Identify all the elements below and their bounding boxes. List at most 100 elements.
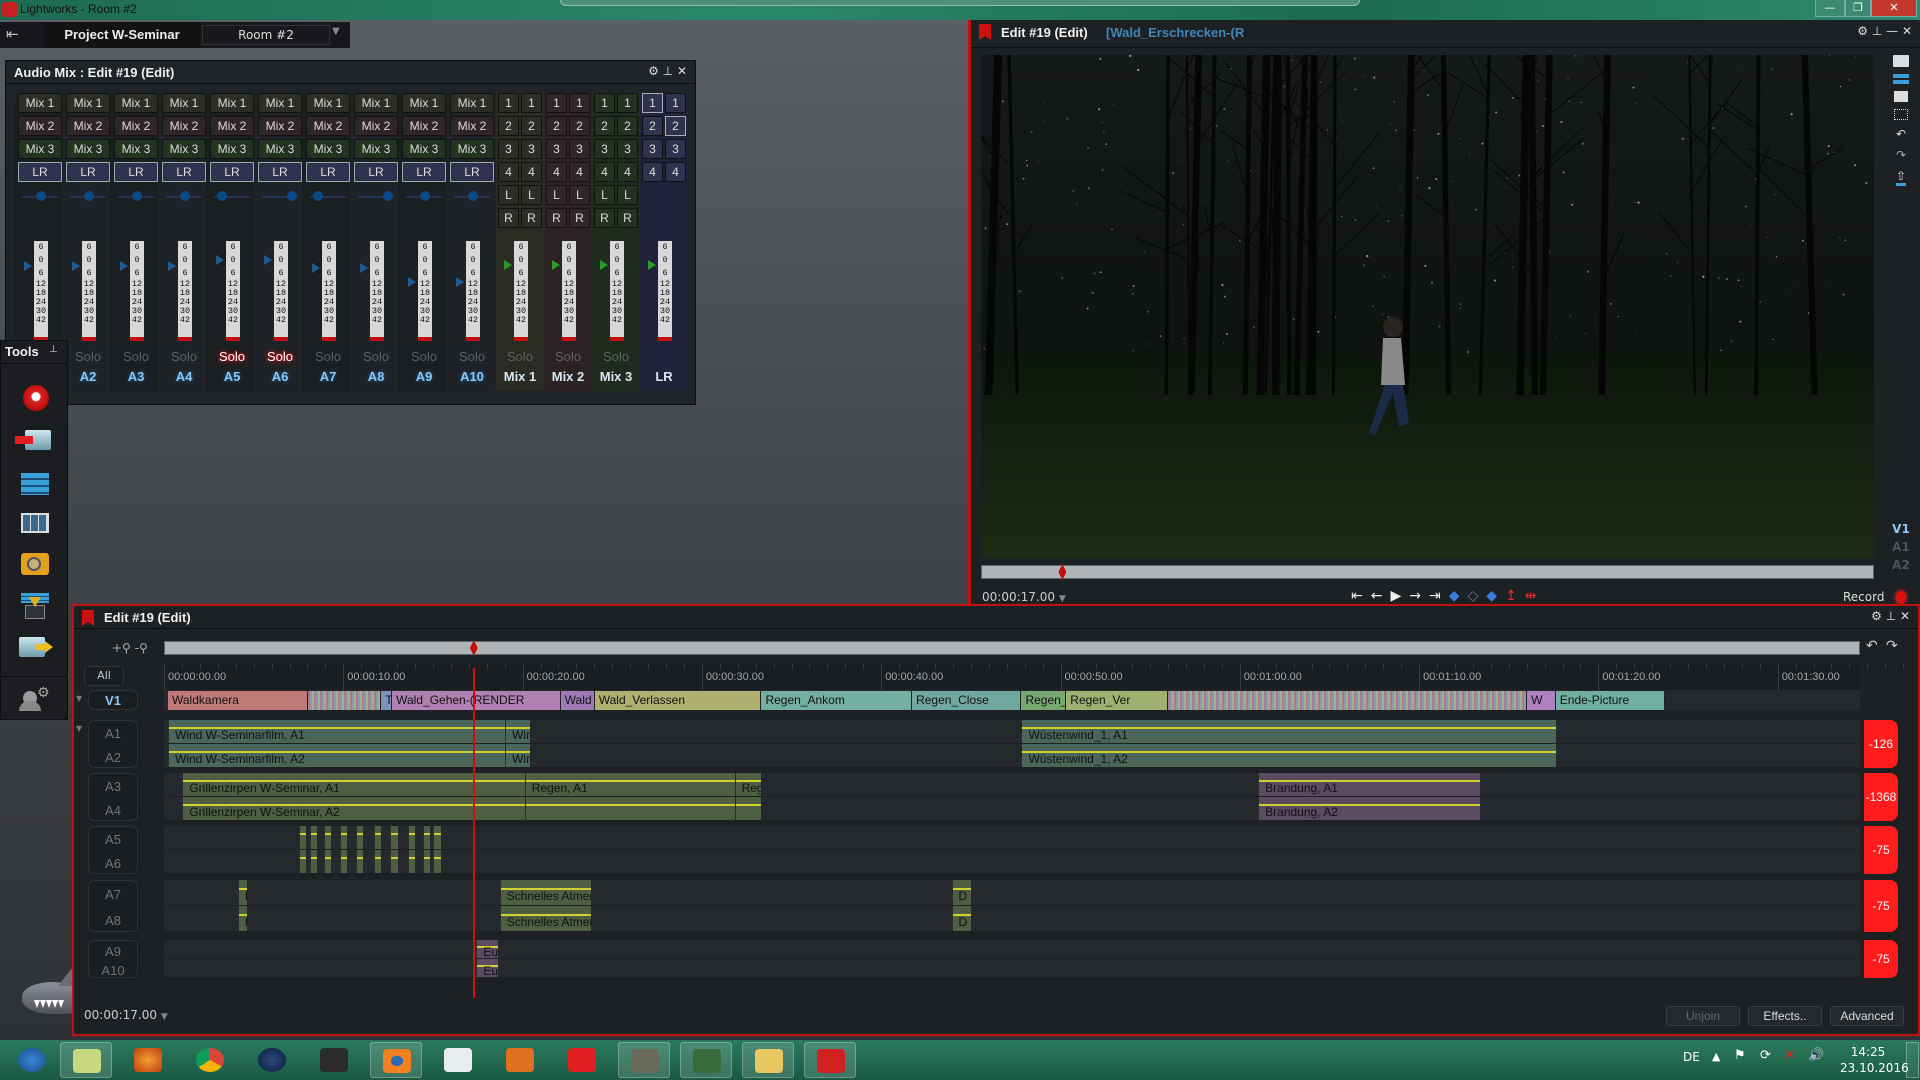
route-mix-1-a6[interactable]: Mix 1 [258,93,302,113]
viewer-timecode[interactable]: 00:00:17.00 ▼ [982,590,1066,604]
route-mix-2-a4[interactable]: Mix 2 [162,116,206,136]
minimize-icon[interactable]: — [1886,24,1898,38]
bus-output-r[interactable]: R [594,208,615,228]
bus-assign-lr-3[interactable]: 3 [665,139,686,159]
undo-icon[interactable]: ↶ [1896,127,1906,141]
bus-assign-mix-3-1[interactable]: 1 [617,93,638,113]
bus-assign-lr-3[interactable]: 3 [642,139,663,159]
pan-slider-a5[interactable] [214,191,250,201]
audio-clip[interactable] [408,826,416,849]
zoom-bar-playhead[interactable] [469,640,478,656]
pan-slider-a6[interactable] [262,191,298,201]
route-mix-2-a7[interactable]: Mix 2 [306,116,350,136]
sync-tool-icon[interactable] [15,469,55,501]
audio-clip[interactable] [433,826,441,849]
route-mix-2-a9[interactable]: Mix 2 [402,116,446,136]
language-indicator[interactable]: DE [1683,1050,1700,1064]
pan-knob[interactable] [36,191,46,201]
route-lr-a3[interactable]: LR [114,162,158,182]
volume-line[interactable] [434,857,441,860]
bus-assign-mix-2-1[interactable]: 1 [569,93,590,113]
clear-marks-icon[interactable]: ◇ [1468,588,1479,604]
volume-line[interactable] [341,857,348,860]
fader-handle-a10[interactable] [456,277,464,287]
taskbar-steam[interactable] [246,1042,298,1078]
step-forward-icon[interactable]: → [1409,588,1421,604]
volume-line[interactable] [325,857,332,860]
collapse-arrow-icon[interactable]: ▼ [76,694,82,703]
bus-assign-mix-3-1[interactable]: 1 [594,93,615,113]
audio-clip[interactable]: Wind W-Seminarfilm, A1 [168,720,506,743]
bus-assign-mix-3-2[interactable]: 2 [594,116,615,136]
pan-slider-a10[interactable] [454,191,490,201]
mark-out-icon[interactable]: ◆ [1486,588,1497,604]
bus-assign-mix-1-4[interactable]: 4 [521,162,542,182]
fullscreen-icon[interactable] [1894,91,1908,102]
volume-line[interactable] [299,857,307,860]
lift-icon[interactable]: ↥ [1505,588,1517,604]
track-volume-a5-a6[interactable]: -75 [1864,826,1898,874]
go-to-start-icon[interactable]: ⇤ [1351,588,1363,604]
route-mix-2-a6[interactable]: Mix 2 [258,116,302,136]
pan-slider-a9[interactable] [406,191,442,201]
volume-line[interactable] [310,833,317,836]
taskbar-file-explorer-libraries[interactable] [60,1042,112,1078]
fader-handle-a2[interactable] [72,261,80,271]
solo-button-a6[interactable]: Solo [260,349,300,364]
pan-knob[interactable] [132,191,142,201]
audio-clip[interactable] [298,850,307,873]
audio-clip[interactable]: Eu [476,959,498,977]
import-tool-icon[interactable] [15,426,55,458]
volume-line[interactable] [357,857,364,860]
route-mix-1-a1[interactable]: Mix 1 [18,93,62,113]
restore-button[interactable]: ❐ [1845,0,1871,17]
volume-line[interactable] [375,833,382,836]
bus-assign-lr-4[interactable]: 4 [642,162,663,182]
route-mix-1-a10[interactable]: Mix 1 [450,93,494,113]
play-icon[interactable]: ▶ [1390,588,1401,604]
scrub-playhead[interactable] [1058,564,1067,580]
network-disconnected-icon[interactable]: ✕ [1784,1048,1795,1063]
tracks-icon[interactable] [1893,74,1909,84]
folder-icon[interactable] [1893,55,1909,67]
solo-button-a8[interactable]: Solo [356,349,396,364]
taskbar-blender[interactable] [370,1042,422,1078]
track-label-a5-a6[interactable]: A5 A6 [88,826,138,874]
video-clip[interactable]: Wald [560,691,595,710]
route-mix-3-a6[interactable]: Mix 3 [258,139,302,159]
taskbar-lightworks[interactable] [804,1042,856,1078]
fader-handle-a6[interactable] [264,255,272,265]
zoom-out-icon[interactable]: -⚲ [135,641,148,655]
route-lr-a9[interactable]: LR [402,162,446,182]
volume-line[interactable] [341,833,348,836]
route-mix-2-a5[interactable]: Mix 2 [210,116,254,136]
audio-clip[interactable]: Wind [505,744,531,767]
bus-assign-lr-2[interactable]: 2 [665,116,686,136]
solo-button-a3[interactable]: Solo [116,349,156,364]
route-mix-3-a10[interactable]: Mix 3 [450,139,494,159]
bus-assign-mix-2-1[interactable]: 1 [546,93,567,113]
volume-icon[interactable]: 🔊 [1808,1048,1824,1063]
volume-line[interactable] [409,857,416,860]
audio-clip[interactable]: Wind W-Seminarfilm, A2 [168,744,506,767]
volume-line[interactable] [409,833,416,836]
route-lr-a4[interactable]: LR [162,162,206,182]
go-to-end-icon[interactable]: ⇥ [1429,588,1441,604]
bus-output-r[interactable]: R [546,208,567,228]
audio-clip[interactable]: Wüstenwind_1, A2 [1021,744,1556,767]
pan-slider-a7[interactable] [310,191,346,201]
pin-icon[interactable]: ⊥ [1872,24,1882,38]
route-mix-1-a5[interactable]: Mix 1 [210,93,254,113]
audio-clip[interactable]: D [951,906,972,931]
track-a1-label[interactable]: A1 [1889,538,1913,556]
bus-output-l[interactable]: L [498,185,519,205]
taskbar-notepad[interactable] [432,1042,484,1078]
bus-assign-mix-2-4[interactable]: 4 [569,162,590,182]
taskbar-firefox[interactable] [122,1042,174,1078]
pan-knob[interactable] [312,191,323,201]
export-tool-icon[interactable] [15,633,55,665]
audio-clip[interactable] [340,850,348,873]
show-hidden-icons[interactable]: ▲ [1712,1050,1720,1063]
volume-line[interactable] [423,857,430,860]
track-label-a9-a10[interactable]: A9 A10 [88,940,138,978]
